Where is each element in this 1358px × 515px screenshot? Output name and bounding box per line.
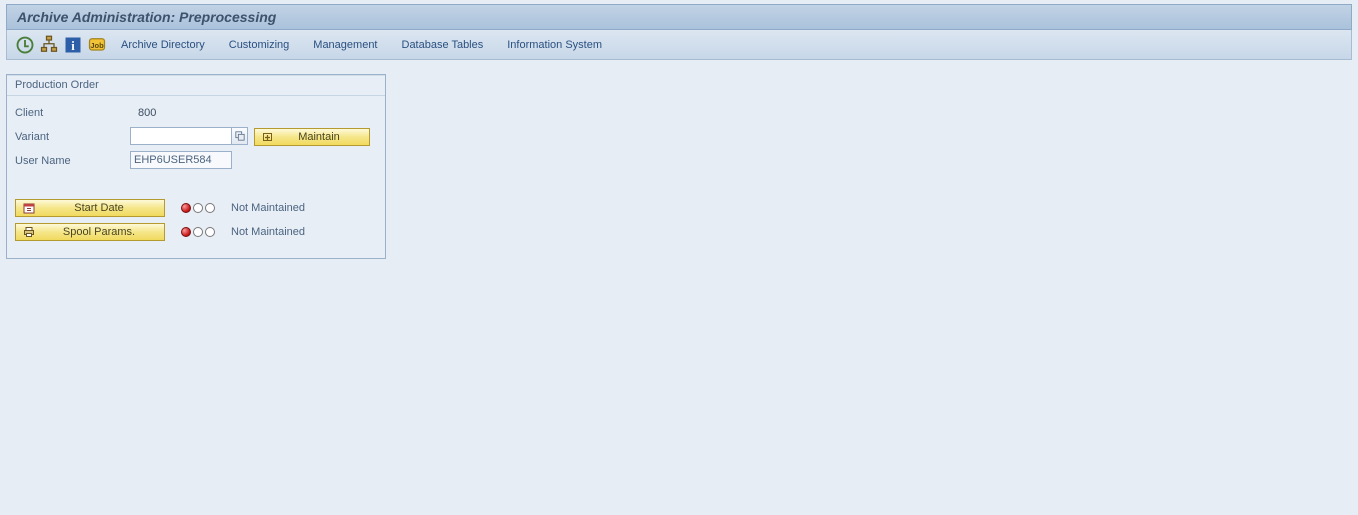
maintain-button-label: Maintain xyxy=(275,131,363,143)
job-icon[interactable]: Job xyxy=(87,36,107,54)
toolbar-link-db-tables[interactable]: Database Tables xyxy=(392,39,494,51)
application-toolbar: i Job Archive Directory Customizing Mana… xyxy=(6,30,1352,60)
spool-params-button-label: Spool Params. xyxy=(40,226,158,238)
light-off-icon xyxy=(205,227,215,237)
content-area: Production Order Client 800 Variant xyxy=(0,60,1358,273)
title-bar: Archive Administration: Preprocessing xyxy=(6,4,1352,30)
maintain-button[interactable]: Maintain xyxy=(254,128,370,146)
hierarchy-icon[interactable] xyxy=(39,36,59,54)
spool-status-text: Not Maintained xyxy=(231,226,305,238)
client-label: Client xyxy=(15,107,130,119)
toolbar-link-management[interactable]: Management xyxy=(303,39,387,51)
variant-input[interactable] xyxy=(130,127,232,145)
toolbar-link-info-system[interactable]: Information System xyxy=(497,39,612,51)
variant-search-help-icon[interactable] xyxy=(232,127,248,145)
username-input xyxy=(130,151,232,169)
maintain-plus-icon xyxy=(261,131,275,143)
svg-text:Job: Job xyxy=(90,41,104,50)
toolbar-link-customizing[interactable]: Customizing xyxy=(219,39,300,51)
light-off-icon xyxy=(193,227,203,237)
traffic-light-spool xyxy=(181,227,215,237)
start-date-status-text: Not Maintained xyxy=(231,202,305,214)
start-date-button-label: Start Date xyxy=(40,202,158,214)
client-value: 800 xyxy=(130,107,156,119)
info-icon[interactable]: i xyxy=(63,36,83,54)
svg-text:i: i xyxy=(71,39,75,53)
start-date-button[interactable]: Start Date xyxy=(15,199,165,217)
light-red-icon xyxy=(181,203,191,213)
username-label: User Name xyxy=(15,155,130,167)
light-red-icon xyxy=(181,227,191,237)
traffic-light-start xyxy=(181,203,215,213)
production-order-group: Production Order Client 800 Variant xyxy=(6,74,386,259)
groupbox-title: Production Order xyxy=(7,75,385,96)
variant-label: Variant xyxy=(15,131,130,143)
page-title: Archive Administration: Preprocessing xyxy=(17,9,276,25)
execute-icon[interactable] xyxy=(15,36,35,54)
light-off-icon xyxy=(205,203,215,213)
calendar-icon xyxy=(22,202,36,214)
light-off-icon xyxy=(193,203,203,213)
toolbar-link-archive-dir[interactable]: Archive Directory xyxy=(111,39,215,51)
printer-icon xyxy=(22,226,36,238)
spool-params-button[interactable]: Spool Params. xyxy=(15,223,165,241)
